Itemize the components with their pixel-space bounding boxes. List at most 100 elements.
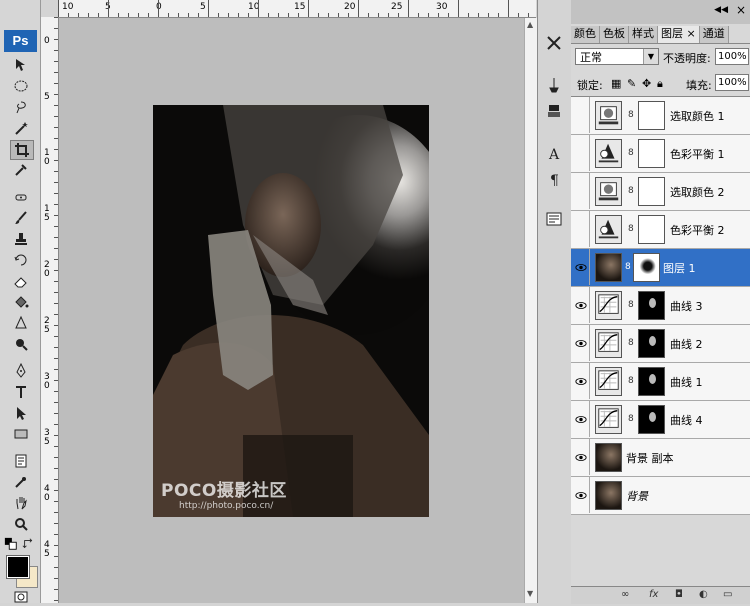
document-image[interactable]: POCO摄影社区 http://photo.poco.cn/ [153,105,429,517]
eye-icon[interactable] [572,401,590,437]
mask-link-icon[interactable]: 8 [628,224,634,234]
layer-row[interactable]: 8 色彩平衡 1 [571,135,750,173]
crop-icon[interactable] [10,140,34,160]
lock-position-icon[interactable]: ✥ [642,77,651,90]
curves-icon[interactable] [595,367,622,396]
type-icon[interactable] [10,383,32,401]
default-colors-icon[interactable] [4,537,18,550]
tools-preset-icon[interactable] [543,32,565,54]
opacity-input[interactable]: 100% [715,48,749,65]
layer-thumbnail[interactable] [595,253,622,282]
layer-mask-thumbnail[interactable] [638,101,665,130]
layer-row[interactable]: 8 选取颜色 1 [571,97,750,135]
quick-mask-icon[interactable] [10,588,32,606]
tab-color[interactable]: 颜色 [571,26,600,43]
clone-stamp-icon[interactable] [10,230,32,248]
canvas-area[interactable]: POCO摄影社区 http://photo.poco.cn/ [59,18,524,603]
brushes-icon[interactable] [543,74,565,96]
scroll-down-icon[interactable]: ▼ [527,589,533,598]
notes-icon[interactable] [10,452,32,470]
curves-icon[interactable] [595,291,622,320]
paragraph-icon[interactable]: ¶ [543,168,565,190]
spot-heal-icon[interactable] [10,188,32,206]
path-select-icon[interactable] [10,404,32,422]
tab-swatches[interactable]: 色板 [600,26,629,43]
magic-wand-icon[interactable] [10,119,32,137]
layer-mask-thumbnail[interactable] [638,177,665,206]
swap-colors-icon[interactable] [22,538,36,550]
dodge-icon[interactable] [10,335,32,353]
history-brush-icon[interactable] [10,251,32,269]
mask-link-icon[interactable]: 8 [628,338,634,348]
character-icon[interactable]: A [543,142,565,164]
brush-icon[interactable] [10,209,32,227]
layer-mask-thumbnail[interactable] [633,253,660,282]
move-icon[interactable] [10,56,32,74]
layer-mask-thumbnail[interactable] [638,329,665,358]
layer-row[interactable]: 背景 副本 [571,439,750,477]
layer-mask-thumbnail[interactable] [638,215,665,244]
mask-link-icon[interactable]: 8 [628,186,634,196]
link-layers-icon[interactable]: ∞ [621,589,629,600]
new-group-icon[interactable]: ▭ [723,589,732,600]
eye-hidden-toggle[interactable] [572,135,590,171]
curves-icon[interactable] [595,329,622,358]
layer-thumbnail[interactable] [595,443,622,472]
layer-row[interactable]: 8 图层 1 [571,249,750,287]
mask-link-icon[interactable]: 8 [628,300,634,310]
vertical-scrollbar[interactable]: ▲ ▼ [524,18,537,603]
marquee-icon[interactable] [10,77,32,95]
eyedropper2-icon[interactable] [10,473,32,491]
mask-link-icon[interactable]: 8 [625,262,631,272]
layer-row[interactable]: 8 曲线 4 [571,401,750,439]
layer-row[interactable]: 8 色彩平衡 2 [571,211,750,249]
color-balance-icon[interactable] [595,215,622,244]
paint-bucket-icon[interactable] [10,293,32,311]
add-mask-icon[interactable]: ◘ [675,589,683,600]
lock-transparency-icon[interactable]: ▦ [611,77,621,90]
color-balance-icon[interactable] [595,139,622,168]
rectangle-icon[interactable] [10,425,32,443]
layer-mask-thumbnail[interactable] [638,291,665,320]
blur-icon[interactable] [10,314,32,332]
eye-icon[interactable] [572,249,590,285]
eraser-icon[interactable] [10,272,32,290]
lasso-icon[interactable] [10,98,32,116]
eye-hidden-toggle[interactable] [572,97,590,133]
foreground-color-swatch[interactable] [6,555,30,579]
layer-mask-thumbnail[interactable] [638,367,665,396]
eye-hidden-toggle[interactable] [572,211,590,247]
eye-hidden-toggle[interactable] [572,173,590,209]
eye-icon[interactable] [572,363,590,399]
fx-icon[interactable]: fx [649,589,658,600]
hand-icon[interactable] [10,494,32,512]
mask-link-icon[interactable]: 8 [628,414,634,424]
info-panel-icon[interactable] [543,208,565,230]
lock-all-icon[interactable]: 🔒︎ [657,77,663,91]
eye-icon[interactable] [572,477,590,513]
scroll-up-icon[interactable]: ▲ [527,20,533,29]
lock-pixels-icon[interactable]: ✎ [627,77,636,90]
layer-row[interactable]: 8 选取颜色 2 [571,173,750,211]
layer-row[interactable]: 8 曲线 3 [571,287,750,325]
adjustment-layer-icon[interactable]: ◐ [699,589,708,600]
mask-link-icon[interactable]: 8 [628,110,634,120]
selective-color-icon[interactable] [595,177,622,206]
fill-input[interactable]: 100% [715,74,749,91]
eye-icon[interactable] [572,287,590,323]
eye-icon[interactable] [572,325,590,361]
tab-styles[interactable]: 样式 [629,26,658,43]
selective-color-icon[interactable] [595,101,622,130]
collapse-icon[interactable]: ◀◀ [714,5,728,15]
layer-thumbnail[interactable] [595,481,622,510]
eye-icon[interactable] [572,439,590,475]
layer-mask-thumbnail[interactable] [638,139,665,168]
eyedropper-icon[interactable] [10,161,32,179]
layer-row[interactable]: 8 曲线 2 [571,325,750,363]
zoom-icon[interactable] [10,515,32,533]
tab-close-icon[interactable]: × [687,27,696,40]
clone-source-icon[interactable] [543,100,565,122]
pen-icon[interactable] [10,362,32,380]
layer-mask-thumbnail[interactable] [638,405,665,434]
mask-link-icon[interactable]: 8 [628,376,634,386]
